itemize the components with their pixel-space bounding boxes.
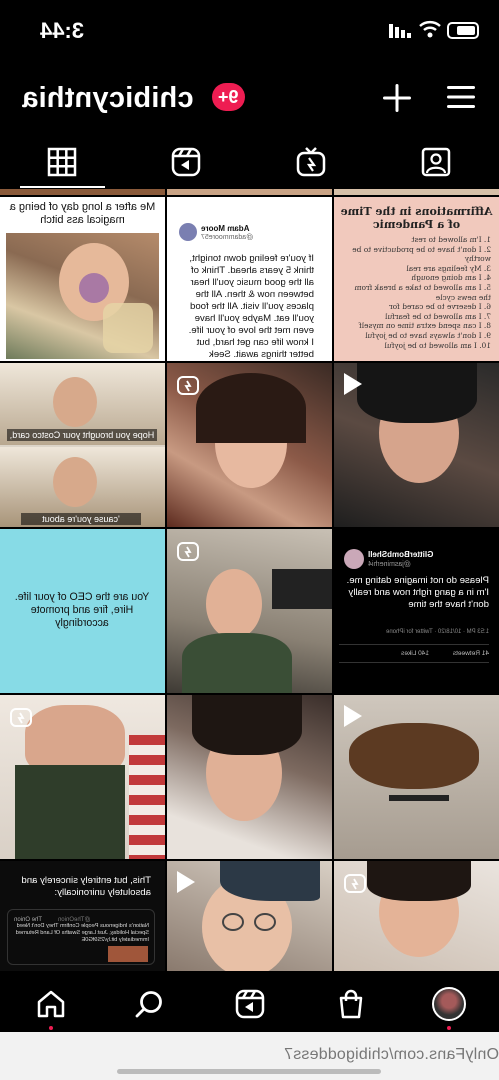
post-gang-tweet[interactable]: GlitterBombShell @jasminerhi4 Please do … xyxy=(334,529,499,693)
avatar xyxy=(344,549,364,569)
tab-reels[interactable] xyxy=(124,138,249,186)
post-selfie-bed[interactable] xyxy=(167,695,332,859)
active-dot xyxy=(447,1026,451,1030)
profile-username[interactable]: chibicynthia xyxy=(22,82,194,115)
post-dog-video[interactable] xyxy=(334,695,499,859)
shop-bag-icon xyxy=(339,989,363,1019)
quote-text: You are the CEO of your life. Hire, fire… xyxy=(14,591,150,629)
avatar xyxy=(432,987,466,1021)
mirrored-screen: 3:44 9+ chibicynthia Me after a long day… xyxy=(0,0,499,1080)
battery-icon xyxy=(447,22,479,39)
tab-igtv[interactable] xyxy=(249,138,374,186)
post-costco-meme[interactable]: Hope you brought your Costco card, 'caus… xyxy=(0,363,165,527)
play-icon xyxy=(177,871,195,893)
tab-tagged[interactable] xyxy=(374,138,499,186)
tweet-body: This, but entirely sincerely and absolut… xyxy=(21,875,151,898)
post-partial[interactable] xyxy=(0,189,165,195)
igtv-icon xyxy=(177,542,199,561)
list-item: 1. I'm allowed to rest xyxy=(411,235,491,244)
list-item: 5. I am allowed to take a break from the… xyxy=(354,282,492,302)
menu-icon[interactable] xyxy=(447,84,475,110)
meme-caption-bottom: 'cause you're about xyxy=(21,513,141,525)
nav-reels[interactable] xyxy=(230,984,270,1024)
avatar xyxy=(179,223,197,241)
reels-icon xyxy=(235,989,265,1019)
affirmations-title: Affirmations in the Time of a Pandemic xyxy=(340,205,493,231)
igtv-icon xyxy=(10,708,32,727)
post-ceo-quote[interactable]: You are the CEO of your life. Hire, fire… xyxy=(0,529,165,693)
post-caption: Me after a long day of being a magical a… xyxy=(9,201,156,226)
play-icon xyxy=(344,705,362,727)
grid-icon xyxy=(48,147,77,177)
post-hope-tweet[interactable]: Adam Moore @adammoore57 If you're feelin… xyxy=(167,197,332,361)
post-affirmations[interactable]: Affirmations in the Time of a Pandemic 1… xyxy=(334,197,499,361)
profile-header: 9+ chibicynthia xyxy=(0,62,499,132)
add-post-icon[interactable] xyxy=(383,84,411,112)
list-item: 4. I am doing enough xyxy=(411,273,491,283)
play-icon xyxy=(344,373,362,395)
igtv-icon xyxy=(177,376,199,395)
post-selfie[interactable] xyxy=(167,363,332,527)
nav-profile[interactable] xyxy=(429,984,469,1030)
list-item: 10. I am allowed to be joyful xyxy=(384,340,492,350)
list-item: 6. I deserve to be cared for xyxy=(389,302,491,312)
list-item: 7. I am allowed to be fearful xyxy=(385,311,491,321)
home-icon xyxy=(37,990,65,1018)
footer: OnlyFans.com/chibigoddess7 xyxy=(0,1032,499,1080)
post-photo-selfie-white[interactable] xyxy=(334,861,499,971)
post-selfie-glasses[interactable] xyxy=(167,861,332,971)
list-item: 2. I don't have to be productive to be w… xyxy=(352,244,491,264)
bottom-nav xyxy=(0,972,499,1032)
home-indicator[interactable] xyxy=(117,1069,381,1074)
post-photo-green-top[interactable] xyxy=(167,529,332,693)
status-bar: 3:44 xyxy=(0,0,499,62)
tweet-body: If you're feeling down tonight, think 5 … xyxy=(188,253,314,360)
search-icon xyxy=(135,991,162,1018)
tagged-user-icon xyxy=(422,147,451,177)
post-onion-tweet[interactable]: This, but entirely sincerely and absolut… xyxy=(0,861,165,971)
list-item: 3. My feelings are real xyxy=(406,263,491,273)
tweet-body: Please do not imagine dating me. I'm in … xyxy=(346,575,489,610)
post-photo-flag[interactable] xyxy=(0,695,165,859)
tweet-meta: 1:53 PM · 10/18/20 · Twitter for iPhone xyxy=(386,629,489,635)
quoted-tweet: The Onion @TheOnion Nation's Indigenous … xyxy=(7,909,155,965)
post-partial[interactable] xyxy=(334,189,499,195)
tab-grid[interactable] xyxy=(0,138,125,186)
quoted-headline: Nation's Indigenous People Confirm They … xyxy=(15,923,149,943)
cell-signal-icon xyxy=(389,24,411,38)
post-partial[interactable] xyxy=(167,189,332,195)
status-time: 3:44 xyxy=(40,18,85,43)
reels-icon xyxy=(172,147,201,177)
tweet-handle: @jasminerhi4 xyxy=(368,561,411,568)
post-photo xyxy=(6,233,159,359)
nav-shop[interactable] xyxy=(331,984,371,1024)
tweet-retweets: 41 Retweets xyxy=(452,650,489,657)
nav-home[interactable] xyxy=(31,984,71,1030)
list-item: 8. I can spend extra time on myself xyxy=(359,321,491,331)
affirmations-list: 1. I'm allowed to rest 2. I don't have t… xyxy=(341,235,491,350)
igtv-icon xyxy=(344,874,366,893)
active-dot xyxy=(49,1026,53,1030)
profile-content-tabs xyxy=(0,138,499,186)
nav-search[interactable] xyxy=(129,984,169,1024)
notification-badge[interactable]: 9+ xyxy=(212,83,245,111)
post-grid: Me after a long day of being a magical a… xyxy=(0,189,499,971)
post-selfie-video[interactable] xyxy=(334,363,499,527)
tweet-handle: @adammoore57 xyxy=(201,234,254,241)
igtv-icon xyxy=(297,147,326,177)
tweet-likes: 140 Likes xyxy=(401,650,429,657)
meme-caption-top: Hope you brought your Costco card, xyxy=(7,429,157,441)
wifi-icon xyxy=(419,21,441,38)
list-item: 9. I don't always have to be joyful xyxy=(365,330,491,340)
post-magical-meme[interactable]: Me after a long day of being a magical a… xyxy=(0,197,165,361)
watermark: OnlyFans.com/chibigoddess7 xyxy=(283,1046,499,1063)
